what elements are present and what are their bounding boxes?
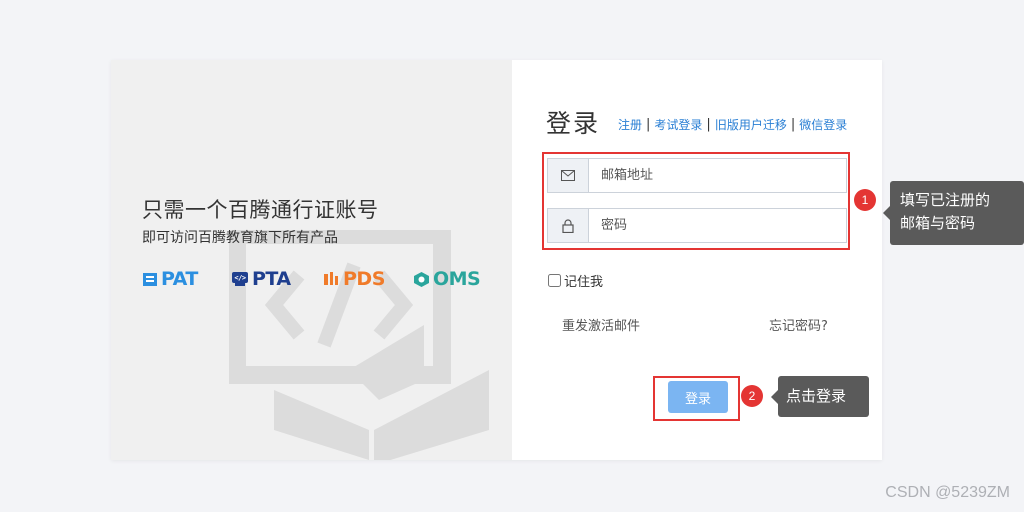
exam-login-link[interactable]: 考试登录: [654, 116, 702, 133]
annotation-1-line2: 邮箱与密码: [900, 214, 976, 232]
annotation-marker-2: 2: [741, 385, 763, 407]
link-separator: |: [706, 117, 711, 132]
code-book-illustration-icon: [229, 230, 489, 460]
brand-pat: PAT: [142, 268, 231, 290]
svg-text:</>: </>: [234, 274, 245, 282]
promo-panel: 只需一个百腾通行证账号 即可访问百腾教育旗下所有产品 PAT </> PTA P…: [111, 60, 512, 460]
link-separator: |: [646, 117, 651, 132]
email-input-group: [547, 158, 847, 193]
register-link[interactable]: 注册: [618, 116, 642, 133]
brand-pds-label: PDS: [343, 268, 385, 290]
forgot-password-link[interactable]: 忘记密码?: [769, 315, 828, 334]
brand-oms: OMS: [413, 268, 493, 290]
annotation-1-line1: 填写已注册的: [900, 191, 991, 209]
brand-oms-label: OMS: [433, 268, 481, 290]
tagline: 只需一个百腾通行证账号: [142, 198, 379, 222]
resend-activation-link[interactable]: 重发激活邮件: [562, 315, 640, 334]
pat-logo-icon: [143, 273, 157, 286]
password-field[interactable]: [589, 209, 846, 242]
remember-me-label: 记住我: [564, 275, 604, 290]
brand-logos: PAT </> PTA PDS OMS: [142, 268, 493, 290]
login-options: 注册 | 考试登录 | 旧版用户迁移 | 微信登录: [618, 116, 847, 133]
annotation-tooltip-1: 填写已注册的 邮箱与密码: [883, 181, 1024, 245]
oms-logo-icon: [414, 271, 429, 287]
lock-icon: [548, 209, 589, 242]
password-input-group: [547, 208, 847, 243]
subtagline: 即可访问百腾教育旗下所有产品: [142, 230, 338, 246]
watermark: CSDN @5239ZM: [885, 484, 1010, 501]
login-title: 登录: [546, 109, 601, 138]
brand-pat-label: PAT: [161, 268, 198, 290]
remember-me-checkbox[interactable]: [548, 274, 561, 287]
brand-pta-label: PTA: [252, 268, 291, 290]
wechat-login-link[interactable]: 微信登录: [799, 116, 847, 133]
annotation-tooltip-2: 点击登录: [771, 376, 869, 417]
remember-me[interactable]: 记住我: [548, 271, 603, 290]
login-card: 只需一个百腾通行证账号 即可访问百腾教育旗下所有产品 PAT </> PTA P…: [111, 60, 882, 460]
login-button[interactable]: 登录: [668, 381, 728, 413]
legacy-migration-link[interactable]: 旧版用户迁移: [715, 116, 787, 133]
annotation-marker-1: 1: [854, 189, 876, 211]
brand-pds: PDS: [322, 268, 413, 290]
pds-logo-icon: [324, 272, 338, 285]
link-separator: |: [790, 117, 796, 132]
pta-logo-icon: </>: [232, 272, 248, 286]
email-field[interactable]: [589, 159, 846, 192]
envelope-icon: [548, 159, 589, 192]
brand-pta: </> PTA: [231, 268, 322, 290]
